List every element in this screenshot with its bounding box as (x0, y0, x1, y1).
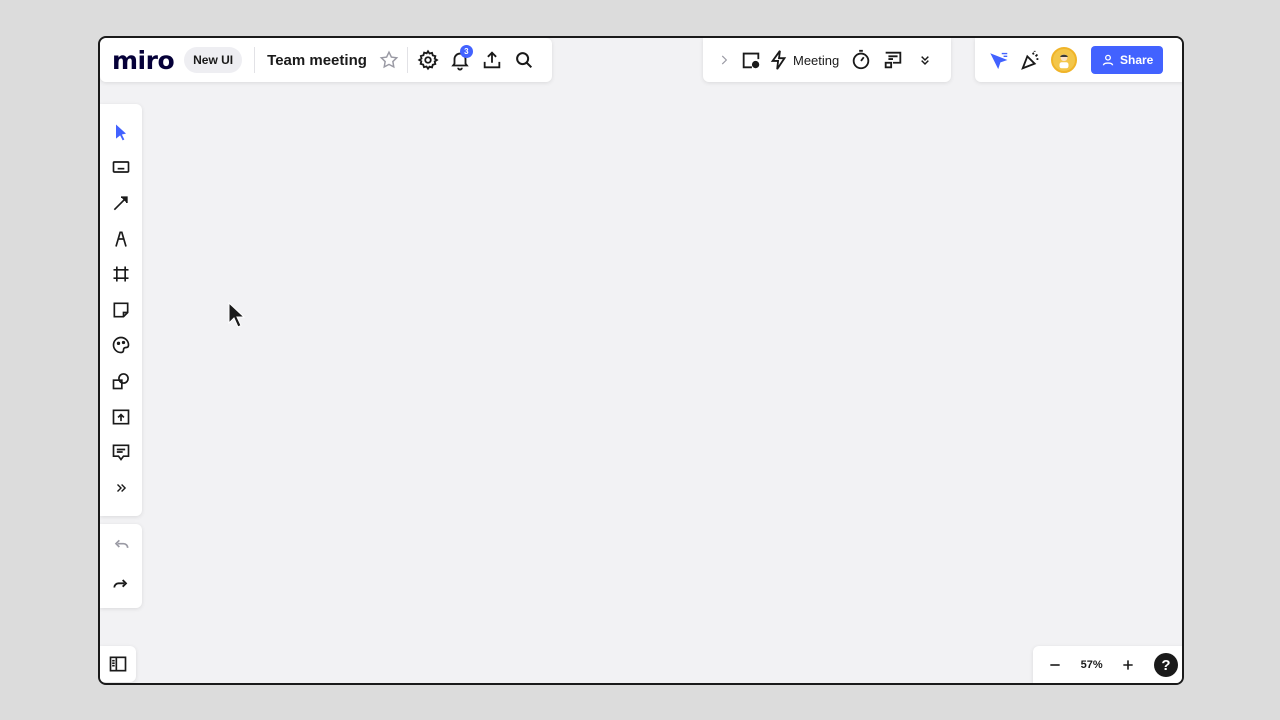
meeting-button[interactable]: Meeting (793, 53, 839, 68)
share-label: Share (1120, 53, 1154, 67)
pen-icon[interactable] (100, 221, 142, 257)
comment-icon[interactable] (100, 434, 142, 470)
history-toolbar (100, 524, 142, 608)
gear-icon[interactable] (412, 44, 444, 76)
search-icon[interactable] (508, 44, 540, 76)
more-tools-icon[interactable] (100, 470, 142, 506)
zoom-controls: 57% ? (1033, 646, 1182, 683)
mouse-cursor-icon (228, 302, 246, 328)
user-avatar[interactable] (1051, 47, 1077, 73)
user-actions: Share (975, 38, 1182, 82)
timer-icon[interactable] (845, 44, 877, 76)
share-button[interactable]: Share (1091, 46, 1164, 74)
sticker-icon[interactable] (100, 328, 142, 364)
frame-icon[interactable] (100, 256, 142, 292)
star-icon[interactable] (373, 44, 405, 76)
cursor-filter-icon[interactable] (983, 44, 1015, 76)
board-header: miro New UI Team meeting 3 (100, 38, 552, 82)
zoom-in-icon[interactable] (1114, 649, 1142, 681)
divider (254, 47, 256, 73)
app-window: miro New UI Team meeting 3 Meeting Share… (98, 36, 1184, 685)
sticky-note-icon[interactable] (100, 292, 142, 328)
zoom-level[interactable]: 57% (1081, 659, 1103, 671)
collaboration-toolbar: Meeting (703, 38, 952, 82)
user-icon (1102, 54, 1114, 66)
present-icon[interactable] (735, 44, 767, 76)
creation-toolbar (100, 104, 142, 516)
zoom-out-icon[interactable] (1041, 649, 1069, 681)
redo-icon[interactable] (105, 569, 137, 601)
board-title[interactable]: Team meeting (267, 52, 367, 69)
miro-logo[interactable]: miro (112, 46, 175, 75)
divider (406, 47, 408, 73)
undo-icon[interactable] (105, 531, 137, 563)
notification-count-badge: 3 (459, 45, 473, 58)
chevrons-down-icon[interactable] (909, 44, 941, 76)
voting-icon[interactable] (877, 44, 909, 76)
upload-icon[interactable] (100, 399, 142, 435)
export-icon[interactable] (476, 44, 508, 76)
notifications-button[interactable]: 3 (444, 44, 476, 76)
lightning-icon[interactable] (767, 44, 791, 76)
text-icon[interactable] (100, 150, 142, 186)
shapes-icon[interactable] (100, 363, 142, 399)
select-icon[interactable] (100, 114, 142, 150)
celebrate-icon[interactable] (1015, 44, 1047, 76)
sidebar-icon (109, 656, 127, 672)
line-icon[interactable] (100, 185, 142, 221)
new-ui-badge[interactable]: New UI (184, 47, 243, 73)
chevron-right-icon[interactable] (713, 44, 735, 76)
help-button[interactable]: ? (1154, 653, 1178, 677)
sidebar-toggle-button[interactable] (100, 646, 136, 682)
